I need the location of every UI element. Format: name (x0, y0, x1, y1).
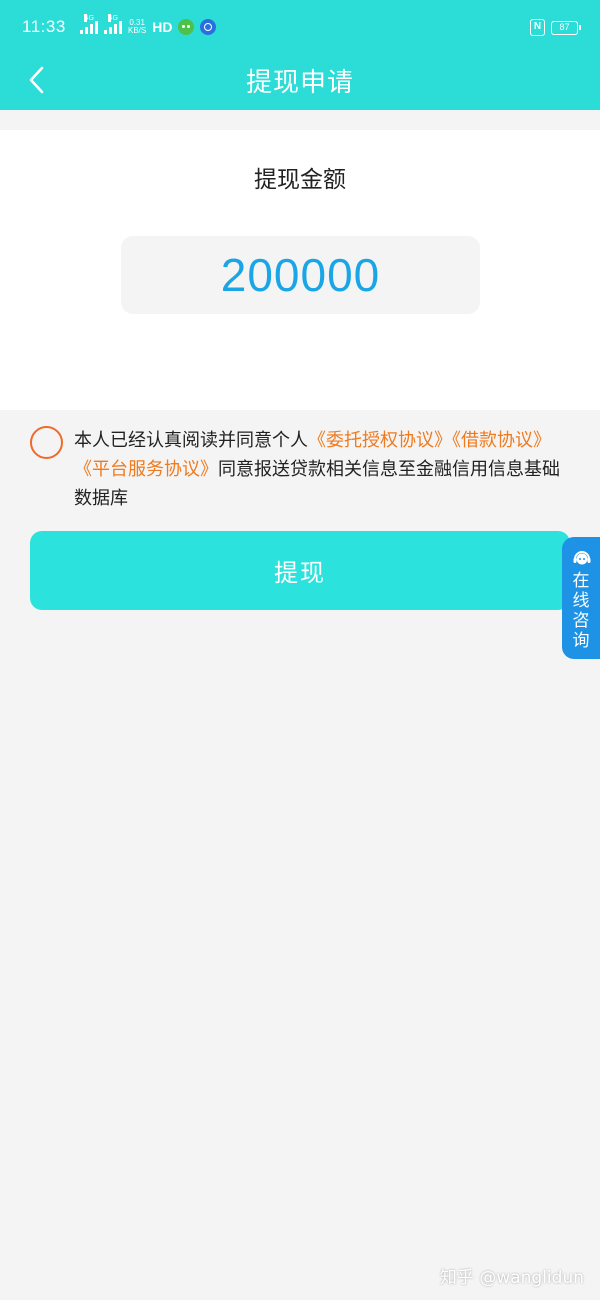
agreement-prefix: 本人已经认真阅读并同意个人 (74, 430, 308, 451)
signal-icon: 4G (80, 14, 98, 34)
amount-input[interactable]: 200000 (121, 236, 480, 314)
app-header: 11:33 4G 4G 0.31 KB/S HD N 87 提现申请 (0, 0, 600, 110)
hd-label: HD (152, 19, 173, 35)
network-speed: 0.31 KB/S (128, 18, 147, 35)
battery-icon: 87 (551, 20, 581, 35)
entrust-agreement-link[interactable]: 《委托授权协议》 (308, 430, 452, 451)
withdraw-button[interactable]: 提现 (30, 531, 570, 610)
status-bar: 11:33 4G 4G 0.31 KB/S HD N 87 (0, 0, 600, 58)
agreement-text: 本人已经认真阅读并同意个人《委托授权协议》《借款协议》《平台服务协议》同意报送贷… (74, 426, 574, 513)
alarm-icon (200, 19, 217, 35)
platform-service-agreement-link[interactable]: 《平台服务协议》 (74, 459, 218, 480)
status-right: N 87 (530, 19, 581, 36)
online-consult-tab[interactable]: 在 线 咨 询 (562, 537, 600, 659)
watermark: 知乎 @wanglidun (439, 1268, 584, 1288)
amount-label: 提现金额 (254, 167, 346, 193)
page-title: 提现申请 (245, 68, 354, 98)
amount-card: 提现金额 200000 (0, 130, 600, 410)
wechat-icon (178, 19, 195, 35)
status-icons: 4G 4G 0.31 KB/S HD (80, 14, 217, 35)
signal-icon: 4G (104, 14, 122, 34)
loan-agreement-link[interactable]: 《借款协议》 (452, 430, 551, 451)
agree-checkbox[interactable] (30, 426, 63, 459)
consult-label: 在 线 咨 询 (572, 571, 590, 651)
customer-service-icon (573, 551, 591, 565)
nfc-icon: N (530, 19, 545, 36)
status-time: 11:33 (22, 17, 66, 36)
amount-value: 200000 (220, 249, 381, 301)
